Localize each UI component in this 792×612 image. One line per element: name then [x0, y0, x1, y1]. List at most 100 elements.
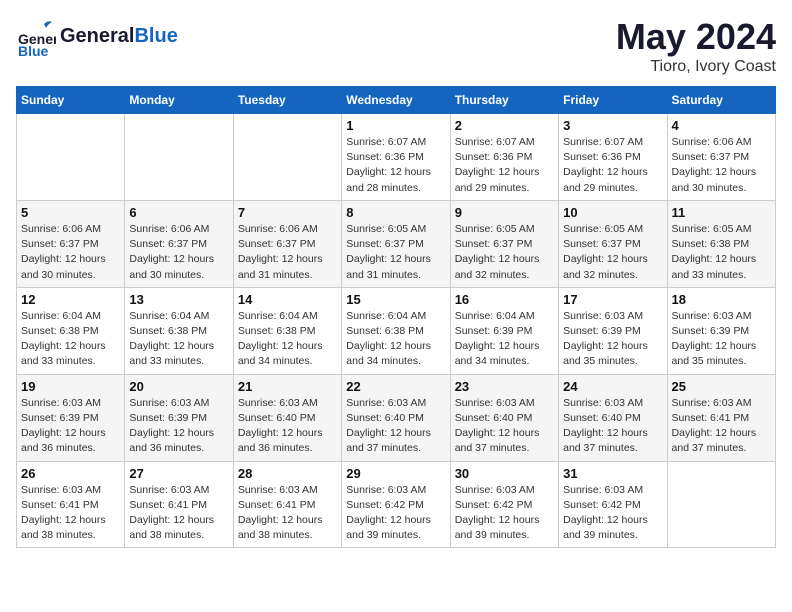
- calendar-week-1: 1Sunrise: 6:07 AM Sunset: 6:36 PM Daylig…: [17, 114, 776, 201]
- day-info: Sunrise: 6:05 AM Sunset: 6:37 PM Dayligh…: [455, 222, 554, 283]
- calendar-cell: 2Sunrise: 6:07 AM Sunset: 6:36 PM Daylig…: [450, 114, 558, 201]
- calendar-cell: 23Sunrise: 6:03 AM Sunset: 6:40 PM Dayli…: [450, 374, 558, 461]
- calendar-week-4: 19 Sunrise: 6:03 AM Sunset: 6:39 PM Dayli…: [17, 374, 776, 461]
- day-number: 3: [563, 118, 662, 133]
- day-number: 26: [21, 466, 120, 481]
- day-number: 9: [455, 205, 554, 220]
- calendar-cell: 26 Sunrise: 6:03 AM Sunset: 6:41 PM Dayli…: [17, 461, 125, 548]
- calendar-cell: 17 Sunrise: 6:03 AM Sunset: 6:39 PM Dayli…: [559, 287, 667, 374]
- day-info: Sunrise: 6:04 AM Sunset: 6:38 PM Dayligh…: [21, 309, 120, 370]
- day-info: Sunrise: 6:07 AM Sunset: 6:36 PM Dayligh…: [455, 135, 554, 196]
- day-number: 11: [672, 205, 771, 220]
- calendar-cell: 5 Sunrise: 6:06 AM Sunset: 6:37 PM Daylig…: [17, 200, 125, 287]
- calendar-body: 1Sunrise: 6:07 AM Sunset: 6:36 PM Daylig…: [17, 114, 776, 548]
- calendar-cell: [125, 114, 233, 201]
- calendar-cell: 11 Sunrise: 6:05 AM Sunset: 6:38 PM Dayli…: [667, 200, 775, 287]
- day-number: 18: [672, 292, 771, 307]
- calendar-cell: 1Sunrise: 6:07 AM Sunset: 6:36 PM Daylig…: [342, 114, 450, 201]
- calendar-cell: 25 Sunrise: 6:03 AM Sunset: 6:41 PM Dayli…: [667, 374, 775, 461]
- svg-text:Blue: Blue: [18, 43, 49, 56]
- day-number: 30: [455, 466, 554, 481]
- day-number: 5: [21, 205, 120, 220]
- calendar-cell: 18 Sunrise: 6:03 AM Sunset: 6:39 PM Dayli…: [667, 287, 775, 374]
- calendar-cell: 10 Sunrise: 6:05 AM Sunset: 6:37 PM Dayli…: [559, 200, 667, 287]
- calendar-week-5: 26 Sunrise: 6:03 AM Sunset: 6:41 PM Dayli…: [17, 461, 776, 548]
- day-number: 25: [672, 379, 771, 394]
- calendar-cell: 13 Sunrise: 6:04 AM Sunset: 6:38 PM Dayli…: [125, 287, 233, 374]
- day-number: 22: [346, 379, 445, 394]
- day-info: Sunrise: 6:04 AM Sunset: 6:39 PM Dayligh…: [455, 309, 554, 370]
- day-info: Sunrise: 6:05 AM Sunset: 6:38 PM Dayligh…: [672, 222, 771, 283]
- logo-blue: Blue: [134, 25, 177, 47]
- calendar-cell: 16Sunrise: 6:04 AM Sunset: 6:39 PM Dayli…: [450, 287, 558, 374]
- day-number: 15: [346, 292, 445, 307]
- weekday-saturday: Saturday: [667, 87, 775, 114]
- calendar-cell: 21Sunrise: 6:03 AM Sunset: 6:40 PM Dayli…: [233, 374, 341, 461]
- page-header: General Blue GeneralBlue May 2024 Tioro,…: [16, 16, 776, 76]
- logo-general: General: [60, 25, 134, 47]
- weekday-wednesday: Wednesday: [342, 87, 450, 114]
- day-info: Sunrise: 6:03 AM Sunset: 6:41 PM Dayligh…: [129, 483, 228, 544]
- day-number: 28: [238, 466, 337, 481]
- calendar-cell: 6 Sunrise: 6:06 AM Sunset: 6:37 PM Daylig…: [125, 200, 233, 287]
- day-number: 13: [129, 292, 228, 307]
- calendar-cell: 9 Sunrise: 6:05 AM Sunset: 6:37 PM Daylig…: [450, 200, 558, 287]
- weekday-header-row: SundayMondayTuesdayWednesdayThursdayFrid…: [17, 87, 776, 114]
- day-info: Sunrise: 6:03 AM Sunset: 6:40 PM Dayligh…: [346, 396, 445, 457]
- day-info: Sunrise: 6:03 AM Sunset: 6:39 PM Dayligh…: [563, 309, 662, 370]
- day-number: 8: [346, 205, 445, 220]
- day-info: Sunrise: 6:06 AM Sunset: 6:37 PM Dayligh…: [129, 222, 228, 283]
- title-block: May 2024 Tioro, Ivory Coast: [616, 16, 776, 76]
- day-number: 17: [563, 292, 662, 307]
- day-info: Sunrise: 6:03 AM Sunset: 6:42 PM Dayligh…: [563, 483, 662, 544]
- logo-icon: General Blue: [16, 16, 56, 56]
- calendar-cell: 22 Sunrise: 6:03 AM Sunset: 6:40 PM Dayli…: [342, 374, 450, 461]
- calendar-table: SundayMondayTuesdayWednesdayThursdayFrid…: [16, 86, 776, 548]
- day-number: 21: [238, 379, 337, 394]
- day-info: Sunrise: 6:03 AM Sunset: 6:39 PM Dayligh…: [129, 396, 228, 457]
- weekday-friday: Friday: [559, 87, 667, 114]
- day-number: 7: [238, 205, 337, 220]
- calendar-cell: 12 Sunrise: 6:04 AM Sunset: 6:38 PM Dayli…: [17, 287, 125, 374]
- calendar-cell: 28 Sunrise: 6:03 AM Sunset: 6:41 PM Dayli…: [233, 461, 341, 548]
- day-info: Sunrise: 6:03 AM Sunset: 6:39 PM Dayligh…: [21, 396, 120, 457]
- day-info: Sunrise: 6:03 AM Sunset: 6:39 PM Dayligh…: [672, 309, 771, 370]
- day-info: Sunrise: 6:06 AM Sunset: 6:37 PM Dayligh…: [238, 222, 337, 283]
- day-info: Sunrise: 6:06 AM Sunset: 6:37 PM Dayligh…: [21, 222, 120, 283]
- day-info: Sunrise: 6:07 AM Sunset: 6:36 PM Dayligh…: [346, 135, 445, 196]
- day-info: Sunrise: 6:03 AM Sunset: 6:41 PM Dayligh…: [238, 483, 337, 544]
- weekday-thursday: Thursday: [450, 87, 558, 114]
- day-info: Sunrise: 6:03 AM Sunset: 6:41 PM Dayligh…: [21, 483, 120, 544]
- day-info: Sunrise: 6:03 AM Sunset: 6:40 PM Dayligh…: [455, 396, 554, 457]
- weekday-monday: Monday: [125, 87, 233, 114]
- calendar-cell: 29 Sunrise: 6:03 AM Sunset: 6:42 PM Dayli…: [342, 461, 450, 548]
- day-info: Sunrise: 6:07 AM Sunset: 6:36 PM Dayligh…: [563, 135, 662, 196]
- day-info: Sunrise: 6:04 AM Sunset: 6:38 PM Dayligh…: [238, 309, 337, 370]
- day-info: Sunrise: 6:03 AM Sunset: 6:40 PM Dayligh…: [563, 396, 662, 457]
- logo: General Blue GeneralBlue: [16, 16, 178, 56]
- calendar-cell: 15Sunrise: 6:04 AM Sunset: 6:38 PM Dayli…: [342, 287, 450, 374]
- calendar-cell: 8 Sunrise: 6:05 AM Sunset: 6:37 PM Daylig…: [342, 200, 450, 287]
- weekday-sunday: Sunday: [17, 87, 125, 114]
- calendar-week-3: 12 Sunrise: 6:04 AM Sunset: 6:38 PM Dayli…: [17, 287, 776, 374]
- day-info: Sunrise: 6:05 AM Sunset: 6:37 PM Dayligh…: [346, 222, 445, 283]
- calendar-cell: [233, 114, 341, 201]
- calendar-cell: 14Sunrise: 6:04 AM Sunset: 6:38 PM Dayli…: [233, 287, 341, 374]
- day-number: 19: [21, 379, 120, 394]
- day-number: 31: [563, 466, 662, 481]
- day-info: Sunrise: 6:03 AM Sunset: 6:41 PM Dayligh…: [672, 396, 771, 457]
- day-info: Sunrise: 6:03 AM Sunset: 6:42 PM Dayligh…: [346, 483, 445, 544]
- day-number: 29: [346, 466, 445, 481]
- calendar-cell: 30 Sunrise: 6:03 AM Sunset: 6:42 PM Dayli…: [450, 461, 558, 548]
- day-number: 10: [563, 205, 662, 220]
- day-info: Sunrise: 6:05 AM Sunset: 6:37 PM Dayligh…: [563, 222, 662, 283]
- weekday-tuesday: Tuesday: [233, 87, 341, 114]
- calendar-cell: [17, 114, 125, 201]
- day-number: 6: [129, 205, 228, 220]
- calendar-week-2: 5 Sunrise: 6:06 AM Sunset: 6:37 PM Daylig…: [17, 200, 776, 287]
- day-info: Sunrise: 6:04 AM Sunset: 6:38 PM Dayligh…: [129, 309, 228, 370]
- day-number: 12: [21, 292, 120, 307]
- calendar-cell: 3 Sunrise: 6:07 AM Sunset: 6:36 PM Daylig…: [559, 114, 667, 201]
- day-info: Sunrise: 6:03 AM Sunset: 6:42 PM Dayligh…: [455, 483, 554, 544]
- day-number: 24: [563, 379, 662, 394]
